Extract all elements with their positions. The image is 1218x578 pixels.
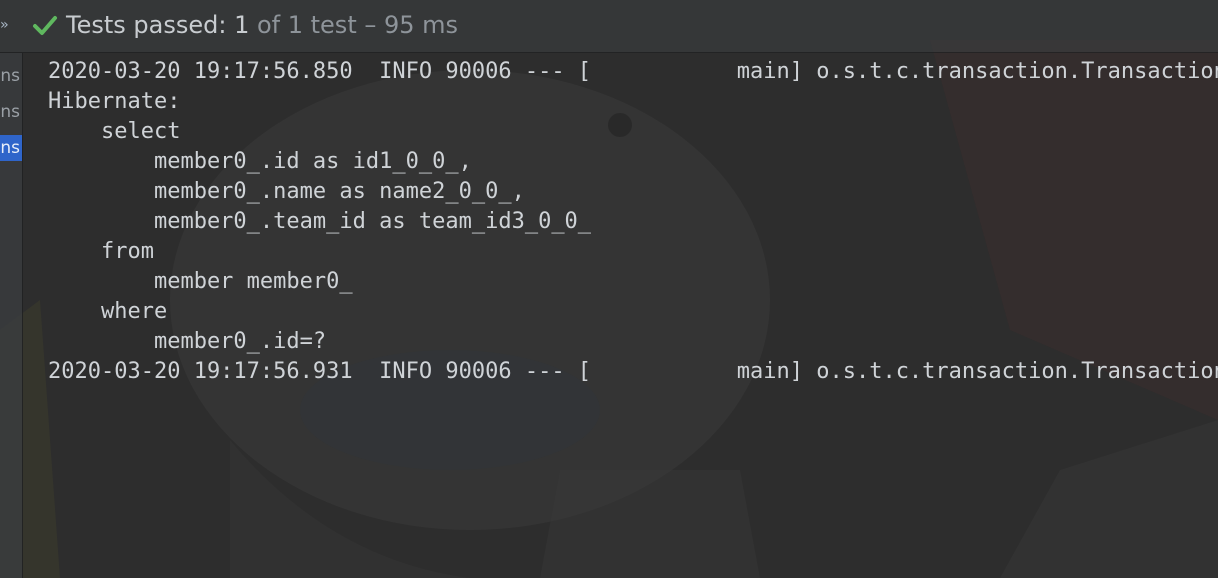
console-line: 2020-03-20 19:17:56.931 INFO 90006 --- [… bbox=[48, 359, 1218, 384]
console-line: member0_.name as name2_0_0_, bbox=[48, 179, 525, 204]
console-line: member0_.id as id1_0_0_, bbox=[48, 149, 472, 174]
console-line: from bbox=[48, 239, 154, 264]
test-status-bar: » Tests passed: 1 of 1 test – 95 ms bbox=[0, 0, 1218, 53]
console-line: 2020-03-20 19:17:56.850 INFO 90006 --- [… bbox=[48, 59, 1218, 84]
console-line: where bbox=[48, 299, 168, 324]
console-line: Hibernate: bbox=[48, 89, 181, 114]
checkmark-icon bbox=[33, 16, 57, 35]
console-line: member member0_ bbox=[48, 269, 353, 294]
status-label: Tests passed: bbox=[66, 11, 235, 39]
expand-toggle[interactable]: » bbox=[0, 14, 18, 36]
test-tree-item[interactable]: ns bbox=[0, 99, 22, 125]
console-line: member0_.id=? bbox=[48, 329, 327, 354]
status-passed-count: 1 bbox=[234, 11, 250, 39]
status-duration: 95 ms bbox=[384, 11, 459, 39]
ide-test-runner: » Tests passed: 1 of 1 test – 95 ms ns n… bbox=[0, 0, 1218, 578]
status-separator: – bbox=[356, 11, 384, 39]
test-tree-panel: ns ns ns bbox=[0, 53, 23, 578]
console-line: member0_.team_id as team_id3_0_0_ bbox=[48, 209, 592, 234]
console-output[interactable]: 2020-03-20 19:17:56.850 INFO 90006 --- [… bbox=[24, 53, 1218, 578]
status-total: of 1 test bbox=[249, 11, 357, 39]
test-status-text: Tests passed: 1 of 1 test – 95 ms bbox=[66, 9, 458, 41]
test-tree-item[interactable]: ns bbox=[0, 63, 22, 89]
console-line: select bbox=[48, 119, 181, 144]
test-tree-item-selected[interactable]: ns bbox=[0, 135, 22, 161]
